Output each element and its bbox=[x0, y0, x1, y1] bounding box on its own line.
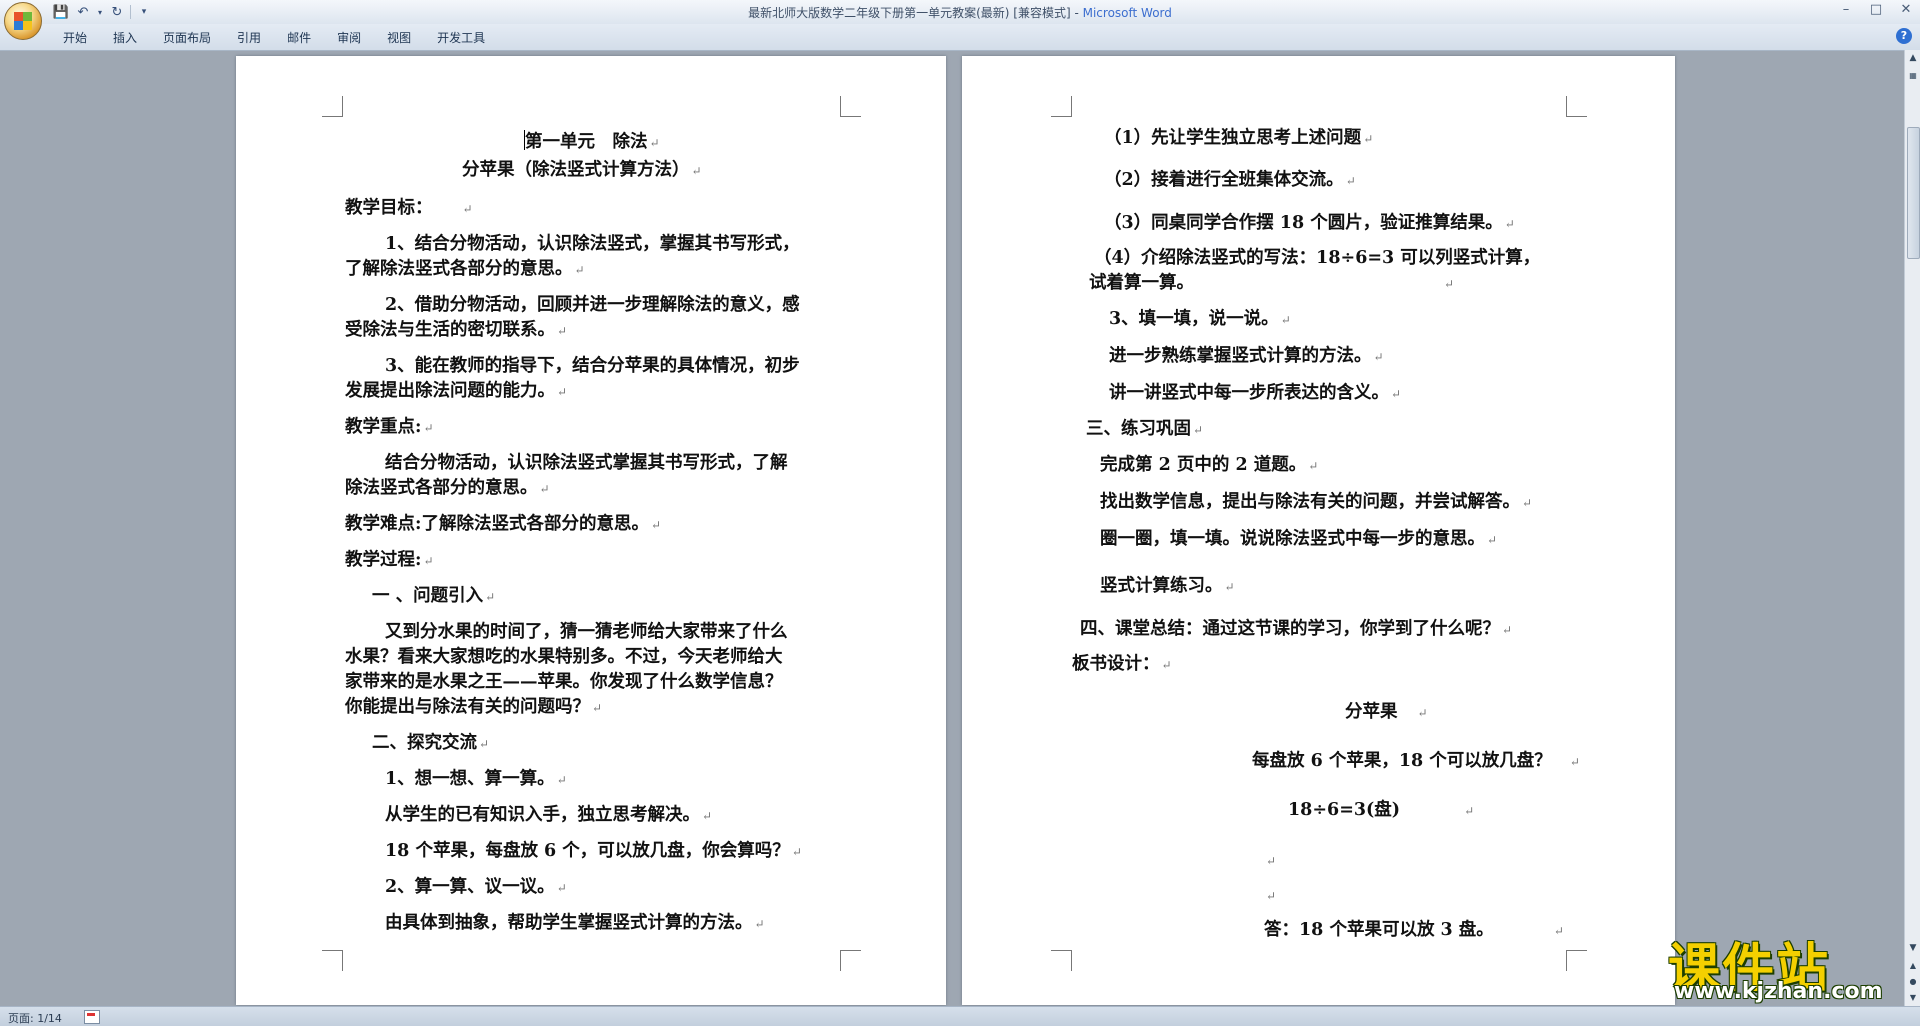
paragraph-line: 除法竖式各部分的意思。 ↵ bbox=[345, 478, 550, 498]
status-bar: 页面: 1/14 bbox=[0, 1006, 1920, 1026]
ruler-toggle-icon[interactable]: ▦ bbox=[1905, 68, 1920, 84]
paragraph-line: （3）同桌同学合作摆 18 个圆片，验证推算结果。 ↵ bbox=[1104, 213, 1515, 233]
section-heading: 教学难点:了解除法竖式各部分的意思。 ↵ bbox=[345, 514, 662, 534]
paragraph-line: 2、算一算、议一议。 ↵ bbox=[385, 877, 567, 897]
lesson-title: 分苹果（除法竖式计算方法） ↵ bbox=[462, 160, 702, 180]
close-icon[interactable]: ✕ bbox=[1898, 2, 1914, 17]
tab-review[interactable]: 审阅 bbox=[324, 29, 374, 46]
paragraph-line: 了解除法竖式各部分的意思。 ↵ bbox=[345, 259, 585, 279]
scroll-up-icon[interactable]: ▲ bbox=[1905, 50, 1920, 66]
crop-mark bbox=[1051, 96, 1072, 117]
crop-mark bbox=[1566, 950, 1587, 971]
ribbon-tab-bar: 开始 插入 页面布局 引用 邮件 审阅 视图 开发工具 ? bbox=[0, 24, 1920, 51]
tab-home[interactable]: 开始 bbox=[50, 29, 100, 46]
subsection-heading: 3、填一填，说一说。 ↵ bbox=[1109, 309, 1291, 329]
empty-line: ↵ bbox=[1266, 889, 1277, 903]
unit-heading: 第一单元 除法 ↵ bbox=[524, 130, 660, 152]
document-page-2[interactable]: （1）先让学生独立思考上述问题 ↵ （2）接着进行全班集体交流。 ↵ （3）同桌同学… bbox=[962, 56, 1675, 1005]
tab-insert[interactable]: 插入 bbox=[100, 29, 150, 46]
tab-page-layout[interactable]: 页面布局 bbox=[150, 29, 224, 46]
paragraph-line: 由具体到抽象，帮助学生掌握竖式计算的方法。 ↵ bbox=[385, 913, 765, 933]
crop-mark bbox=[840, 96, 861, 117]
crop-mark bbox=[322, 96, 343, 117]
paragraph-line: 18 个苹果，每盘放 6 个，可以放几盘，你会算吗？ ↵ bbox=[385, 841, 802, 861]
paragraph-line: 找出数学信息，提出与除法有关的问题，并尝试解答。 ↵ bbox=[1100, 492, 1533, 512]
tab-mailings[interactable]: 邮件 bbox=[274, 29, 324, 46]
paragraph-line: 结合分物活动，认识除法竖式掌握其书写形式，了解 bbox=[385, 453, 788, 473]
watermark: 课件站 www.kjzhan.com bbox=[1668, 926, 1916, 1006]
section-heading: 四、课堂总结：通过这节课的学习，你学到了什么呢？ ↵ bbox=[1080, 619, 1513, 639]
subsection-heading: 二、探究交流 ↵ bbox=[372, 733, 490, 753]
crop-mark bbox=[322, 950, 343, 971]
window-title-app: Microsoft Word bbox=[1082, 6, 1172, 20]
minimize-icon[interactable]: – bbox=[1838, 2, 1854, 17]
paragraph-line: 受除法与生活的密切联系。 ↵ bbox=[345, 320, 568, 340]
paragraph-line: 圈一圈，填一填。说说除法竖式中每一步的意思。 ↵ bbox=[1100, 529, 1498, 549]
crop-mark bbox=[1566, 96, 1587, 117]
crop-mark bbox=[840, 950, 861, 971]
ribbon-tabs: 开始 插入 页面布局 引用 邮件 审阅 视图 开发工具 bbox=[50, 29, 498, 46]
paragraph-line: （2）接着进行全班集体交流。 ↵ bbox=[1104, 170, 1356, 190]
paragraph-line: 水果？看来大家想吃的水果特别多。不过，今天老师给大 bbox=[345, 647, 783, 667]
paragraph-line: 又到分水果的时间了，猜一猜老师给大家带来了什么 bbox=[385, 622, 788, 642]
paragraph-line: 1、想一想、算一算。 ↵ bbox=[385, 769, 567, 789]
subsection-heading: 一 、问题引入 ↵ bbox=[372, 586, 496, 606]
window-controls: – □ ✕ bbox=[1838, 2, 1914, 17]
tab-references[interactable]: 引用 bbox=[224, 29, 274, 46]
paragraph-line: 1、结合分物活动，认识除法竖式，掌握其书写形式， bbox=[385, 234, 800, 254]
watermark-url: www.kjzhan.com bbox=[1674, 979, 1883, 1004]
board-answer: 答：18 个苹果可以放 3 盘。 ↵ bbox=[1264, 920, 1564, 940]
paragraph-line: 你能提出与除法有关的问题吗？ ↵ bbox=[345, 697, 603, 717]
tab-view[interactable]: 视图 bbox=[374, 29, 424, 46]
help-icon[interactable]: ? bbox=[1896, 28, 1912, 44]
crop-mark bbox=[1051, 950, 1072, 971]
page-count[interactable]: 页面: 1/14 bbox=[8, 1010, 62, 1026]
maximize-icon[interactable]: □ bbox=[1868, 2, 1884, 17]
paragraph-line: 家带来的是水果之王——苹果。你发现了什么数学信息？ bbox=[345, 672, 783, 692]
paragraph-line: （1）先让学生独立思考上述问题 ↵ bbox=[1104, 128, 1374, 148]
title-bar: 💾 ↶ ▾ ↻ ▾ 最新北师大版数学二年级下册第一单元教案(最新) [兼容模式]… bbox=[0, 0, 1920, 25]
office-logo-icon bbox=[14, 12, 32, 30]
paragraph-line: 完成第 2 页中的 2 道题。 ↵ bbox=[1100, 455, 1319, 475]
board-line: 每盘放 6 个苹果，18 个可以放几盘？ ↵ bbox=[1252, 751, 1580, 771]
section-heading: 教学目标： ↵ bbox=[345, 198, 473, 218]
paragraph-line: 从学生的已有知识入手，独立思考解决。 ↵ bbox=[385, 805, 713, 825]
vertical-scrollbar[interactable]: ▲ ▦ ▼ ▲ ● ▼ bbox=[1904, 50, 1920, 1006]
board-equation: 18÷6=3(盘) ↵ bbox=[1288, 800, 1475, 820]
board-title: 分苹果 ↵ bbox=[1345, 702, 1428, 722]
paragraph-line: 2、借助分物活动，回顾并进一步理解除法的意义，感 bbox=[385, 295, 800, 315]
office-button[interactable] bbox=[4, 2, 42, 40]
tab-developer[interactable]: 开发工具 bbox=[424, 29, 498, 46]
section-heading: 三、练习巩固 ↵ bbox=[1086, 419, 1204, 439]
paragraph-line: （4）介绍除法竖式的写法：18÷6=3 可以列竖式计算， bbox=[1094, 248, 1541, 268]
paragraph-line: 试着算一算。 ↵ bbox=[1089, 273, 1455, 293]
section-heading: 教学过程: ↵ bbox=[345, 550, 434, 570]
window-title-document: 最新北师大版数学二年级下册第一单元教案(最新) [兼容模式] - bbox=[748, 6, 1083, 20]
paragraph-line: 竖式计算练习。 ↵ bbox=[1100, 576, 1235, 596]
document-page-1[interactable]: 第一单元 除法 ↵ 分苹果（除法竖式计算方法） ↵ 教学目标： ↵ 1、结合分物活动，… bbox=[236, 56, 946, 1005]
section-heading: 教学重点: ↵ bbox=[345, 417, 434, 437]
window-title: 最新北师大版数学二年级下册第一单元教案(最新) [兼容模式] - Microso… bbox=[0, 4, 1920, 21]
paragraph-line: 3、能在教师的指导下，结合分苹果的具体情况，初步 bbox=[385, 356, 800, 376]
paragraph-line: 发展提出除法问题的能力。 ↵ bbox=[345, 381, 568, 401]
proofing-status-icon[interactable] bbox=[84, 1010, 100, 1024]
scrollbar-thumb[interactable] bbox=[1907, 127, 1920, 259]
empty-line: ↵ bbox=[1266, 854, 1277, 868]
paragraph-line: 讲一讲竖式中每一步所表达的含义。 ↵ bbox=[1109, 383, 1402, 403]
paragraph-line: 进一步熟练掌握竖式计算的方法。 ↵ bbox=[1109, 346, 1384, 366]
section-heading: 板书设计： ↵ bbox=[1072, 654, 1172, 674]
